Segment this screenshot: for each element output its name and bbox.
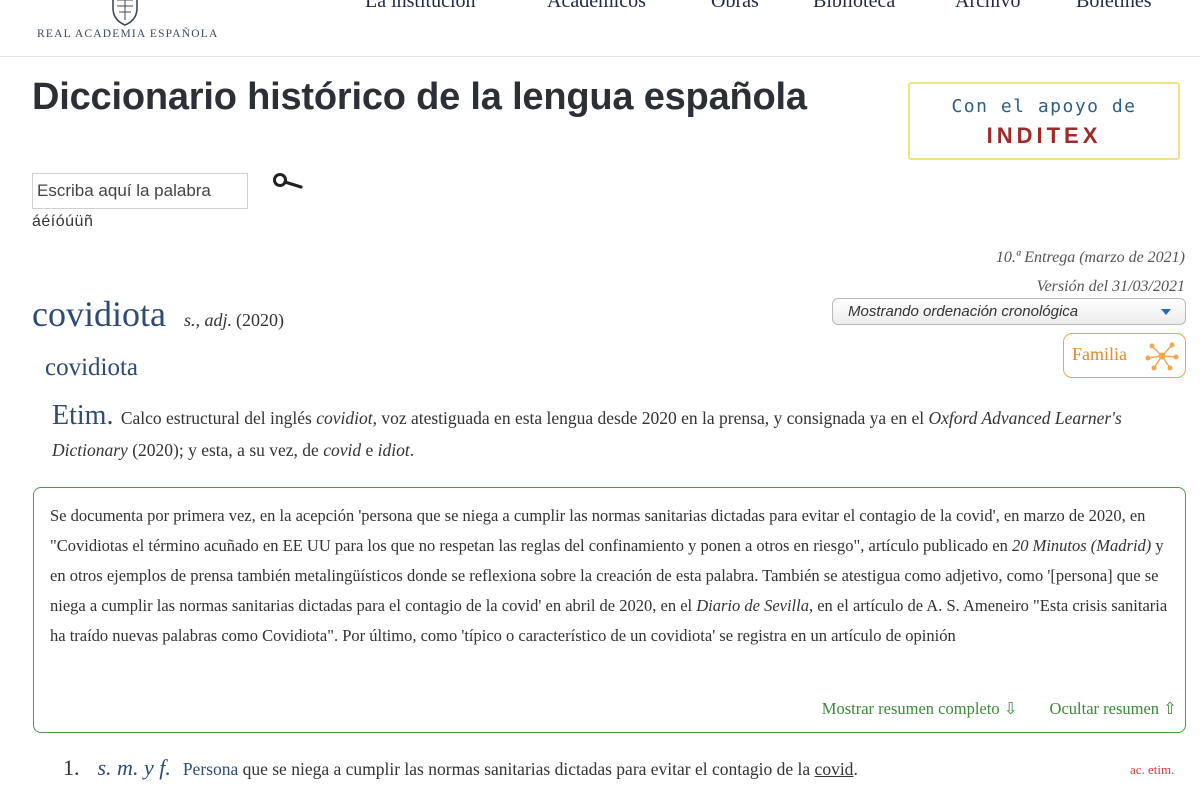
nav-obras[interactable]: Obras xyxy=(711,0,759,13)
etymology: Etim. Calco estructural del inglés covid… xyxy=(52,400,1162,466)
summary-part: Se documenta por primera vez, en la acep… xyxy=(50,506,1146,555)
sponsor-label: Con el apoyo de xyxy=(951,96,1137,117)
headword-year: (2020) xyxy=(235,310,284,330)
nav-archivo[interactable]: Archivo xyxy=(955,0,1021,13)
etymology-term: covidiot xyxy=(316,408,373,428)
etymology-text: (2020); y esta, a su vez, de xyxy=(127,440,324,460)
etymology-text: Calco estructural del inglés xyxy=(116,408,317,428)
sponsor-brand: INDITEX xyxy=(986,123,1102,148)
entry-variant: covidiota xyxy=(45,354,139,381)
accent-characters[interactable]: áéíóúüñ xyxy=(32,213,93,231)
etymology-text: e xyxy=(361,440,378,460)
ordering-select[interactable]: Mostrando ordenación cronológica xyxy=(832,298,1186,325)
etymology-label: Etim. xyxy=(52,400,114,431)
sponsor-banner[interactable]: Con el apoyo de INDITEX xyxy=(908,82,1180,160)
edition-version: Versión del 31/03/2021 xyxy=(1036,278,1185,295)
page-title: Diccionario histórico de la lengua españ… xyxy=(32,76,807,118)
definition-link-persona[interactable]: Persona xyxy=(183,759,238,779)
edition-delivery: 10.ª Entrega (marzo de 2021) xyxy=(995,249,1185,266)
sense-number: 1. xyxy=(63,755,80,780)
show-full-summary-link[interactable]: Mostrar resumen completo ⇩ xyxy=(822,699,1018,718)
sense-definition: Persona que se niega a cumplir las norma… xyxy=(183,759,858,779)
sense-grammar: s. m. y f. xyxy=(97,755,171,780)
etymology-text: , voz atestiguada en esta lengua desde 2… xyxy=(372,408,929,428)
etymology-term: covid xyxy=(323,440,362,460)
ordering-selected-value: Mostrando ordenación cronológica xyxy=(848,303,1079,320)
headword-grammar: s., adj. xyxy=(183,310,232,330)
search-icon[interactable] xyxy=(272,171,304,193)
search-input[interactable] xyxy=(32,173,248,209)
family-network-icon xyxy=(1145,342,1179,371)
entry-heading: covidiota s., adj. (2020) xyxy=(32,293,284,335)
headword: covidiota xyxy=(32,294,166,334)
summary-source: 20 Minutos (Madrid) xyxy=(1011,536,1152,555)
nav-biblioteca[interactable]: Biblioteca xyxy=(813,0,895,13)
site-header: REAL ACADEMIA ESPAÑOLA La institución Ac… xyxy=(0,0,1200,57)
logo-text: REAL ACADEMIA ESPAÑOLA xyxy=(37,28,219,40)
caret-down-icon xyxy=(1161,309,1171,315)
nav-academicos[interactable]: Académicos xyxy=(547,0,646,13)
definition-end: . xyxy=(853,759,858,779)
ac-etim-link[interactable]: ac. etim. xyxy=(1130,762,1174,778)
nav-boletines[interactable]: Boletines xyxy=(1076,0,1152,13)
summary-source: Diario de Sevilla xyxy=(696,596,809,615)
summary-box: Se documenta por primera vez, en la acep… xyxy=(33,487,1186,733)
etymology-term: idiot xyxy=(377,440,410,460)
family-button[interactable]: Familia xyxy=(1063,333,1186,378)
nav-la-institucion[interactable]: La institución xyxy=(365,0,476,13)
summary-actions: Mostrar resumen completo ⇩ Ocultar resum… xyxy=(794,699,1177,719)
edition-info: 10.ª Entrega (marzo de 2021) Versión del… xyxy=(996,243,1185,301)
family-button-label: Familia xyxy=(1072,344,1127,364)
hide-summary-link[interactable]: Ocultar resumen ⇧ xyxy=(1050,699,1177,718)
crest-icon xyxy=(112,0,138,26)
summary-text: Se documenta por primera vez, en la acep… xyxy=(50,501,1168,671)
etymology-text: . xyxy=(409,440,415,460)
definition-link-covid[interactable]: covid xyxy=(815,759,854,779)
definition-text: que se niega a cumplir las normas sanita… xyxy=(238,759,815,779)
sense-1: 1. s. m. y f. Persona que se niega a cum… xyxy=(63,755,858,781)
